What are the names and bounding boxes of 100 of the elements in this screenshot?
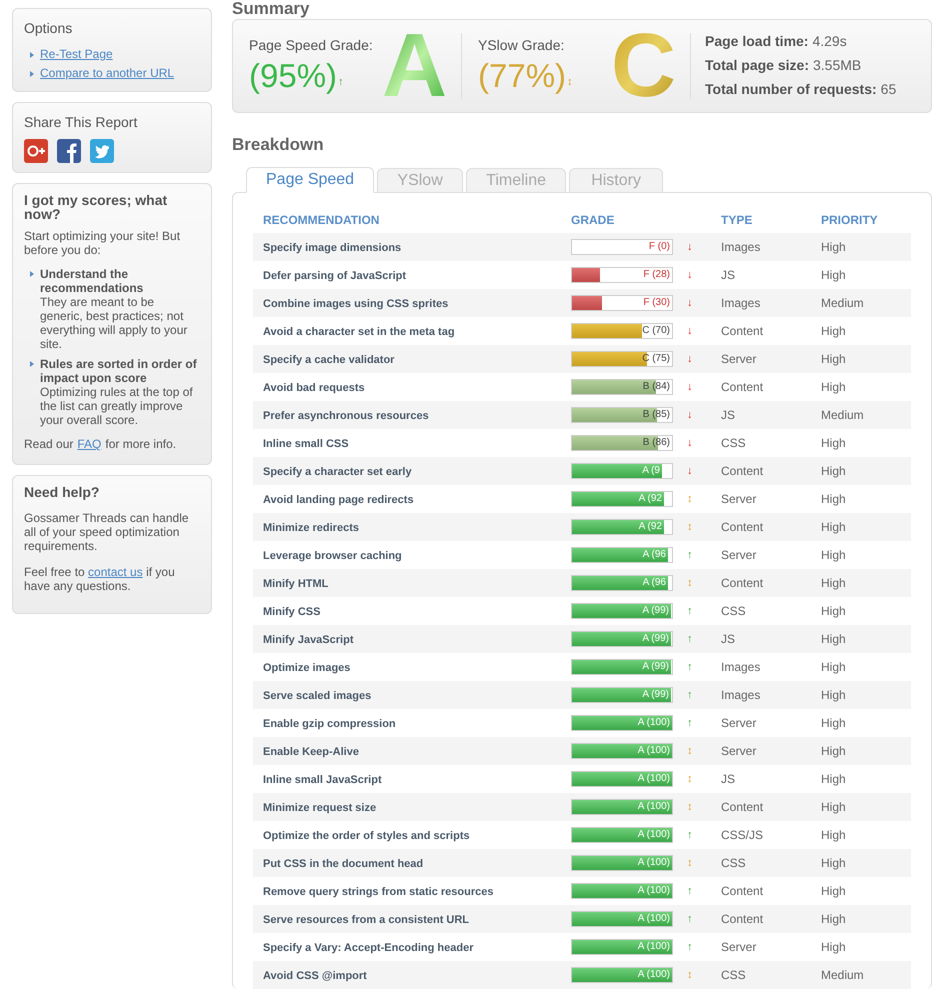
priority-text: High xyxy=(821,660,846,674)
recommendation-name: Inline small CSS xyxy=(263,438,349,450)
stat-label: Page load time: xyxy=(705,32,808,52)
type-text: Content xyxy=(721,380,764,394)
type-text: CSS xyxy=(721,436,746,450)
priority-text: High xyxy=(821,912,846,926)
priority-text: High xyxy=(821,380,846,394)
bullet-icon xyxy=(30,361,34,367)
trend-arrow: ↓ xyxy=(687,408,692,423)
type-text: JS xyxy=(721,772,736,786)
grade-label: A (92 xyxy=(638,520,662,534)
priority-text: High xyxy=(821,688,846,702)
tab[interactable]: Timeline xyxy=(466,168,566,193)
grade-label: F (28) xyxy=(643,268,670,282)
help-text: Gossamer Threads can handle all of your speed optimization requirements. xyxy=(24,511,190,553)
tab[interactable]: YSlow xyxy=(377,168,464,193)
trend-arrow: ↕ xyxy=(687,968,692,983)
trend-arrow: ↑ xyxy=(687,660,692,675)
priority-text: High xyxy=(821,576,846,590)
recommendation-name: Leverage browser caching xyxy=(263,550,402,562)
priority-text: High xyxy=(821,632,846,646)
stat-value: 65 xyxy=(880,80,896,100)
recommendation-name: Remove query strings from static resources xyxy=(263,886,494,898)
type-text: Content xyxy=(721,884,764,898)
recommendation-name: Enable gzip compression xyxy=(263,718,396,730)
twitter-icon[interactable] xyxy=(90,139,114,163)
priority-text: Medium xyxy=(821,408,864,422)
faq-link[interactable]: FAQ xyxy=(77,437,102,451)
point-heading: Understand the recommendations xyxy=(40,267,144,295)
type-text: Content xyxy=(721,464,764,478)
type-text: Server xyxy=(721,716,756,730)
facebook-icon[interactable] xyxy=(57,139,81,163)
priority-text: High xyxy=(821,604,846,618)
type-text: Server xyxy=(721,492,756,506)
trend-arrow: ↕ xyxy=(687,800,692,815)
trend-arrow: ↓ xyxy=(687,268,692,283)
grade-label: A (99) xyxy=(642,604,669,618)
recommendation-name: Avoid landing page redirects xyxy=(263,494,414,506)
recommendation-name: Prefer asynchronous resources xyxy=(263,410,429,422)
trend-arrow: ↑ xyxy=(687,604,692,619)
grade-label: A (99) xyxy=(642,632,669,646)
priority-text: High xyxy=(821,324,846,338)
priority-text: High xyxy=(821,884,846,898)
trend-arrow: ↑ xyxy=(687,940,692,955)
recommendation-name: Specify a character set early xyxy=(263,466,412,478)
recommendation-name: Optimize the order of styles and scripts xyxy=(263,830,470,842)
grade-label: A (92 xyxy=(638,492,662,506)
tab[interactable]: History xyxy=(569,168,664,193)
column-header: RECOMMENDATION xyxy=(263,213,380,227)
grade-label: F (0) xyxy=(648,240,670,254)
tab[interactable]: Page Speed xyxy=(246,167,374,193)
grade-label: A (96 xyxy=(642,548,666,562)
priority-text: High xyxy=(821,492,846,506)
contact-link[interactable]: contact us xyxy=(88,565,143,579)
point-text: They are meant to be generic, best practices; not everything will apply to your site. xyxy=(40,295,188,351)
grade-label: A (100) xyxy=(638,828,670,842)
trend-arrow: ↕ xyxy=(687,520,692,535)
grade-label: A (100) xyxy=(638,884,670,898)
trend-arrow: ↕ xyxy=(567,74,573,90)
type-text: Server xyxy=(721,940,756,954)
priority-text: High xyxy=(821,548,846,562)
panel-title: Need help? xyxy=(24,485,100,499)
type-text: Content xyxy=(721,576,764,590)
stat-value: 3.55MB xyxy=(812,56,862,76)
trend-arrow: ↕ xyxy=(687,576,692,591)
type-text: CSS xyxy=(721,968,746,982)
bullet-icon xyxy=(30,52,34,58)
priority-text: High xyxy=(821,352,846,366)
column-header: GRADE xyxy=(571,213,614,227)
priority-text: High xyxy=(821,828,846,842)
trend-arrow: ↑ xyxy=(687,828,692,843)
type-text: CSS xyxy=(721,856,746,870)
recommendation-name: Specify a cache validator xyxy=(263,354,394,366)
link[interactable]: Re-Test Page xyxy=(40,45,113,64)
grade-label: YSlow Grade: xyxy=(478,36,566,56)
trend-arrow: ↕ xyxy=(687,856,692,871)
trend-arrow: ↓ xyxy=(687,352,692,367)
recommendation-name: Defer parsing of JavaScript xyxy=(263,270,406,282)
grade-label: A (100) xyxy=(638,716,670,730)
type-text: JS xyxy=(721,268,736,282)
footer-text: for more info. xyxy=(105,437,176,451)
priority-text: High xyxy=(821,856,846,870)
priority-text: High xyxy=(821,940,846,954)
priority-text: High xyxy=(821,520,846,534)
trend-arrow: ↑ xyxy=(687,632,692,647)
priority-text: High xyxy=(821,268,846,282)
grade-label: Page Speed Grade: xyxy=(249,36,373,56)
priority-text: Medium xyxy=(821,968,864,982)
panel-title: Options xyxy=(24,19,74,38)
link[interactable]: Compare to another URL xyxy=(40,64,174,83)
trend-arrow: ↓ xyxy=(687,436,692,451)
bullet-icon xyxy=(30,70,34,76)
type-text: Server xyxy=(721,352,756,366)
grade-label: A (96 xyxy=(642,576,666,590)
trend-arrow: ↕ xyxy=(687,492,692,507)
column-header: PRIORITY xyxy=(821,213,878,227)
recommendation-name: Combine images using CSS sprites xyxy=(263,298,448,310)
grade-score: (95%) xyxy=(249,56,338,96)
type-text: CSS/JS xyxy=(721,828,764,842)
google-plus-icon[interactable] xyxy=(24,139,48,163)
